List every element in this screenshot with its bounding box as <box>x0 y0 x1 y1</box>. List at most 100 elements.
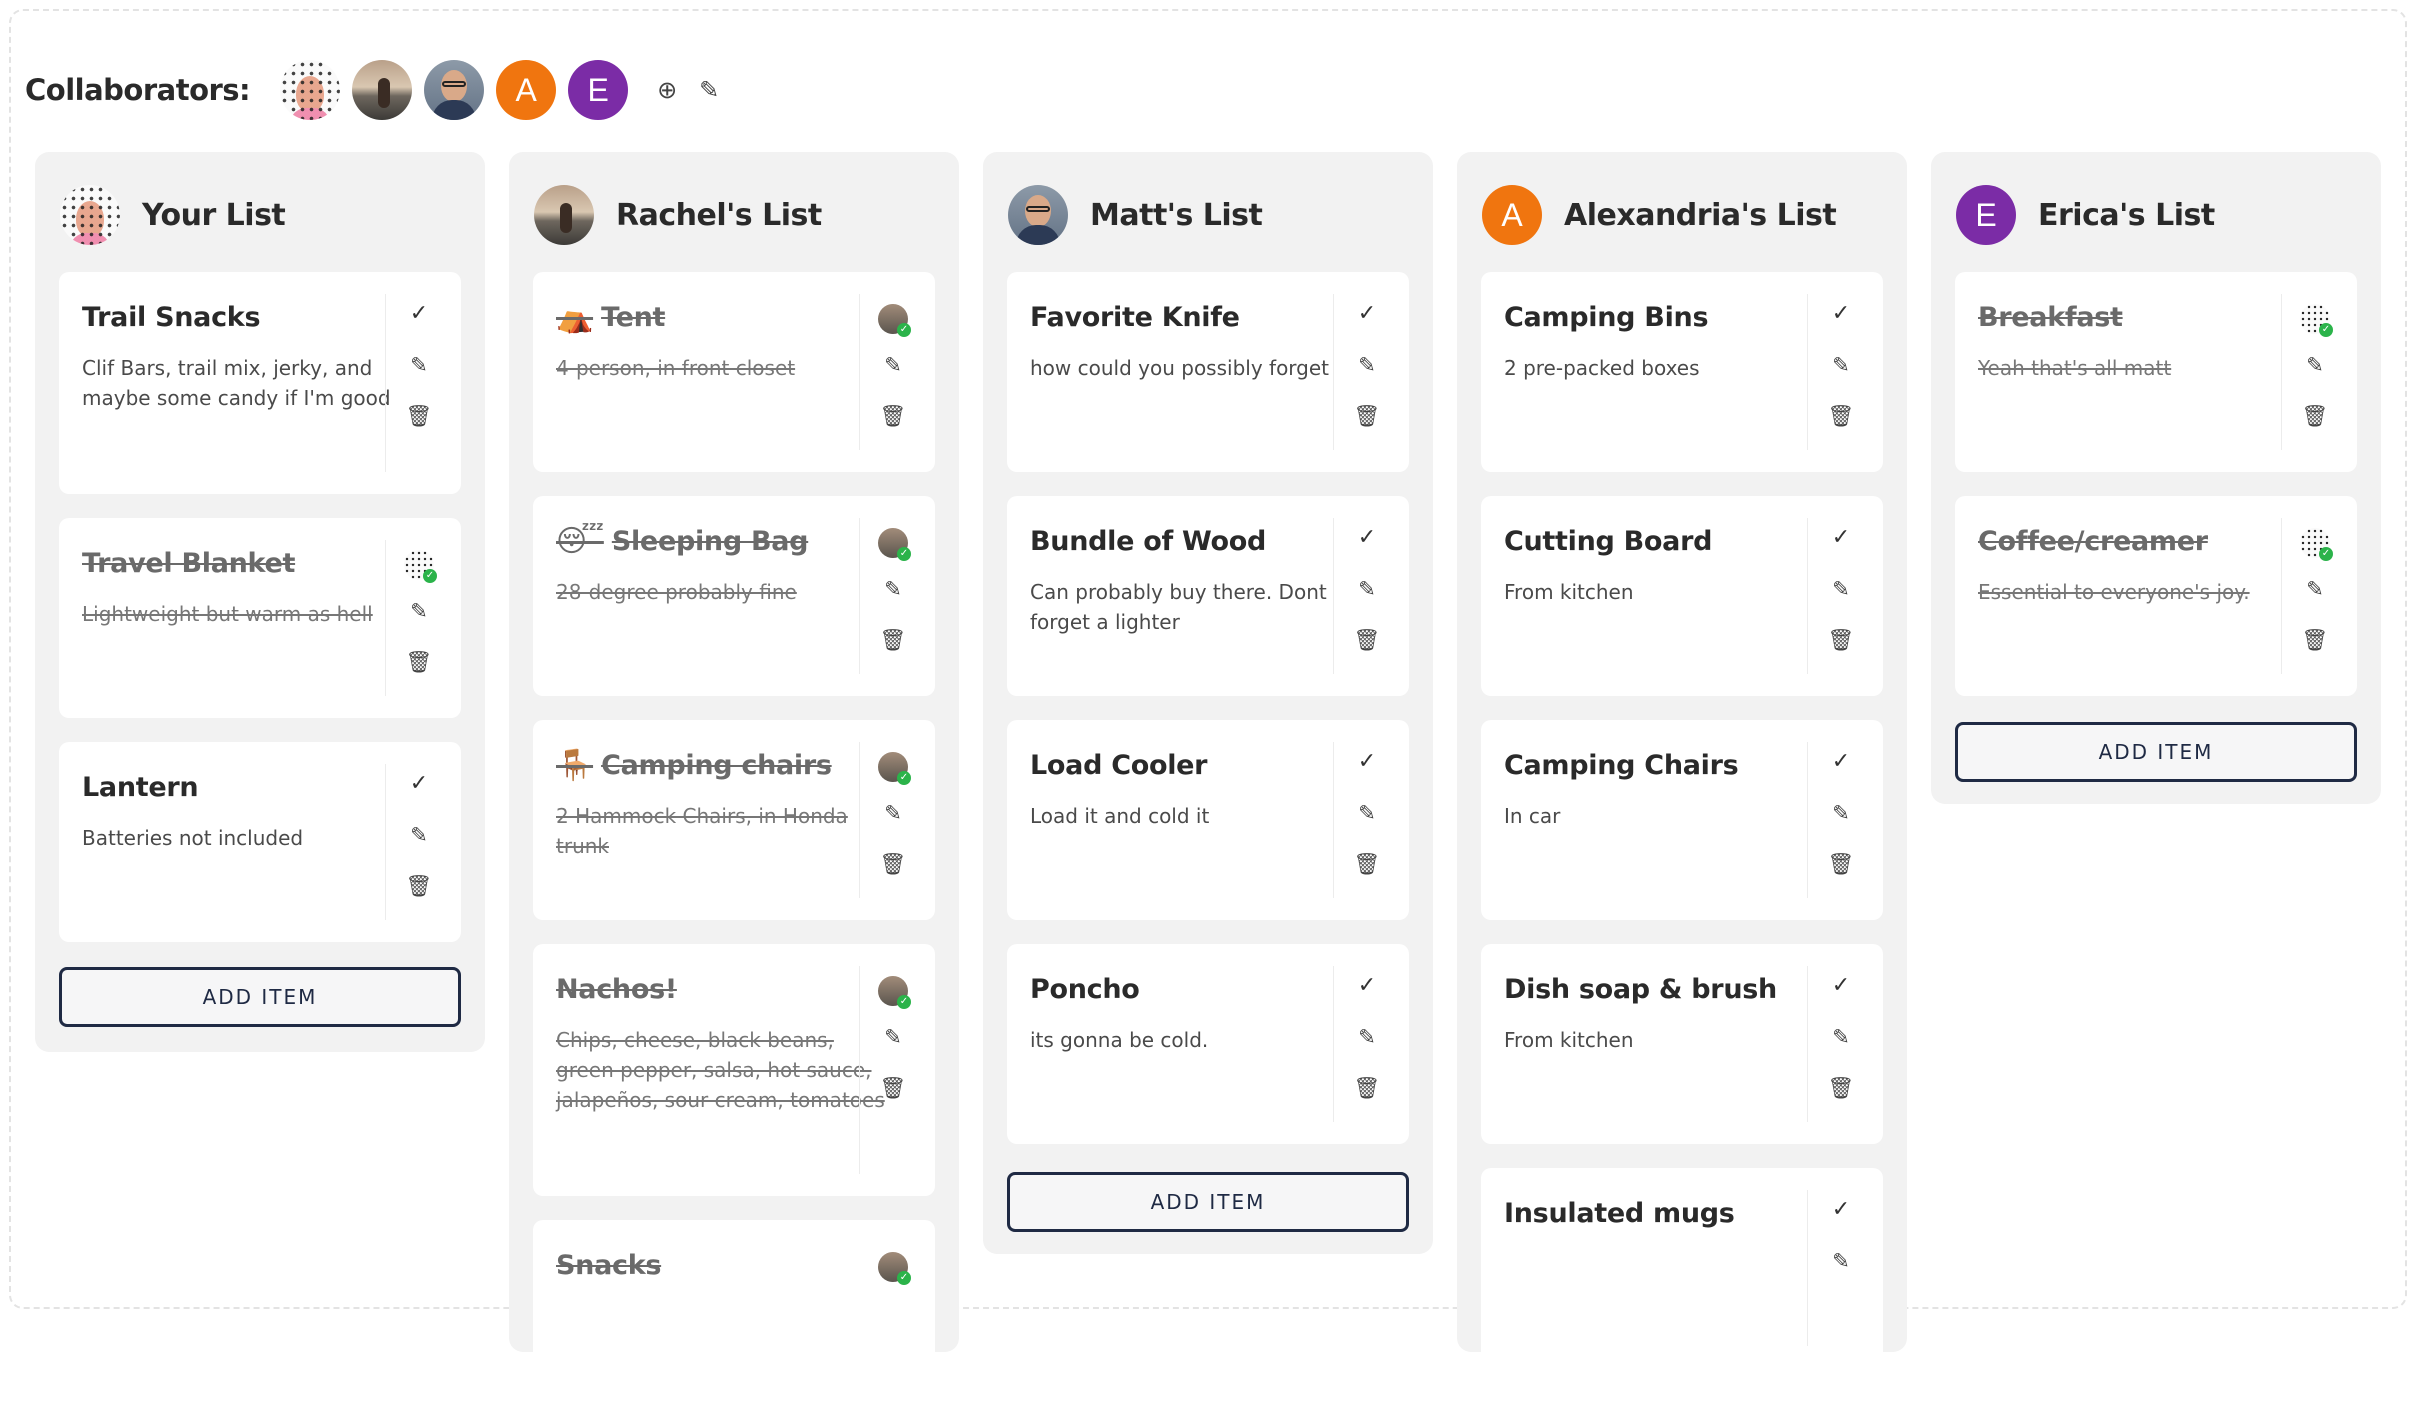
list-column-rachel: Rachel's List ⛺ Tent 4-person, in front cl… <box>509 152 959 1420</box>
check-icon[interactable]: ✓ <box>1358 527 1376 579</box>
check-icon[interactable]: ✓ <box>1358 751 1376 803</box>
list-item[interactable]: Insulated mugs ✓ ✎ <box>1481 1168 1883 1368</box>
trash-icon[interactable]: 🗑 <box>406 876 433 927</box>
list-item[interactable]: Bundle of Wood Can probably buy there. Do… <box>1007 496 1409 696</box>
item-desc: Load it and cold it <box>1030 804 1210 828</box>
check-icon[interactable]: ✓ <box>1832 1199 1850 1251</box>
trash-icon[interactable]: 🗑 <box>1828 630 1855 681</box>
check-icon[interactable]: ✓ <box>1358 975 1376 1027</box>
column-avatar: A <box>1482 185 1542 245</box>
trash-icon[interactable]: 🗑 <box>880 1078 907 1129</box>
trash-icon[interactable]: 🗑 <box>880 406 907 457</box>
completed-by-avatar: ✓ <box>878 752 911 785</box>
list-item[interactable]: Nachos! Chips, cheese, black beans, green… <box>533 944 935 1196</box>
check-icon[interactable]: ✓ <box>410 773 428 825</box>
chair-icon: 🪑 <box>556 747 594 783</box>
pencil-icon[interactable]: ✎ <box>2306 355 2324 406</box>
list-item[interactable]: Favorite Knife how could you possibly for… <box>1007 272 1409 472</box>
list-item[interactable]: Breakfast Yeah that's all matt ✓ ✎ 🗑 <box>1955 272 2357 472</box>
list-item[interactable]: Cutting Board From kitchen ✓ ✎ 🗑 <box>1481 496 1883 696</box>
trash-icon[interactable]: 🗑 <box>2302 630 2329 681</box>
pencil-icon[interactable]: ✎ <box>1358 355 1376 406</box>
item-title: Load Cooler <box>1030 750 1208 781</box>
trash-icon[interactable]: 🗑 <box>880 854 907 905</box>
check-icon[interactable]: ✓ <box>1832 975 1850 1027</box>
list-item[interactable]: Poncho its gonna be cold. ✓ ✎ 🗑 <box>1007 944 1409 1144</box>
pencil-icon[interactable]: ✎ <box>410 601 428 652</box>
item-desc: how could you possibly forget <box>1030 356 1330 380</box>
check-icon[interactable]: ✓ <box>1832 751 1850 803</box>
item-title: Travel Blanket <box>82 548 296 579</box>
list-item[interactable]: Coffee/creamer Essential to everyone's jo… <box>1955 496 2357 696</box>
list-item[interactable]: ⛺ Tent 4-person, in front closet ✓ ✎ 🗑 <box>533 272 935 472</box>
completed-by-avatar: ✓ <box>878 976 911 1009</box>
column-title: Matt's List <box>1090 197 1263 233</box>
trash-icon[interactable]: 🗑 <box>1828 854 1855 905</box>
trash-icon[interactable]: 🗑 <box>1354 406 1381 457</box>
pencil-icon[interactable]: ✎ <box>1832 355 1850 406</box>
collaborator-avatar-rachel[interactable] <box>352 60 413 120</box>
list-item[interactable]: Dish soap & brush From kitchen ✓ ✎ 🗑 <box>1481 944 1883 1144</box>
pencil-icon[interactable]: ✎ <box>410 355 428 406</box>
trash-icon[interactable]: 🗑 <box>880 630 907 681</box>
item-desc: Yeah that's all matt <box>1978 356 2172 380</box>
collaborator-avatar-erica[interactable]: E <box>568 60 629 120</box>
check-icon[interactable]: ✓ <box>410 303 428 355</box>
list-item[interactable]: Camping Chairs In car ✓ ✎ 🗑 <box>1481 720 1883 920</box>
item-desc: 28-degree probably fine <box>556 580 797 604</box>
trash-icon[interactable]: 🗑 <box>2302 406 2329 457</box>
list-item[interactable]: Camping Bins 2 pre-packed boxes ✓ ✎ 🗑 <box>1481 272 1883 472</box>
pencil-icon[interactable]: ✎ <box>2306 579 2324 630</box>
list-item[interactable]: Load Cooler Load it and cold it ✓ ✎ 🗑 <box>1007 720 1409 920</box>
trash-icon[interactable]: 🗑 <box>406 652 433 703</box>
column-header: Rachel's List <box>509 152 959 278</box>
item-title: Camping chairs <box>601 750 832 781</box>
pencil-icon[interactable]: ✎ <box>1832 1027 1850 1078</box>
trash-icon[interactable]: 🗑 <box>1354 630 1381 681</box>
pencil-icon[interactable]: ✎ <box>694 76 724 104</box>
collaborators-title: Collaborators: <box>25 73 251 107</box>
check-icon[interactable]: ✓ <box>1358 303 1376 355</box>
trash-icon[interactable]: 🗑 <box>1828 406 1855 457</box>
collaborator-avatar-alexandria[interactable]: A <box>496 60 557 120</box>
item-desc: Can probably buy there. Dont forget a li… <box>1030 580 1327 634</box>
check-icon[interactable]: ✓ <box>1832 527 1850 579</box>
trash-icon[interactable]: 🗑 <box>1828 1078 1855 1129</box>
pencil-icon[interactable]: ✎ <box>1832 579 1850 630</box>
pencil-icon[interactable]: ✎ <box>884 355 902 406</box>
add-item-button[interactable]: ADD ITEM <box>1955 722 2357 782</box>
pencil-icon[interactable]: ✎ <box>884 1027 902 1078</box>
item-title: Bundle of Wood <box>1030 526 1267 557</box>
pencil-icon[interactable]: ✎ <box>1358 579 1376 630</box>
list-item[interactable]: Trail Snacks Clif Bars, trail mix, jerky,… <box>59 272 461 494</box>
plus-circle-icon[interactable]: ⊕ <box>652 76 682 104</box>
list-item[interactable]: Snacks ✓ <box>533 1220 935 1420</box>
completed-by-avatar: ✓ <box>2300 304 2333 337</box>
list-item[interactable]: Lantern Batteries not included ✓ ✎ 🗑 <box>59 742 461 942</box>
pencil-icon[interactable]: ✎ <box>1358 1027 1376 1078</box>
pencil-icon[interactable]: ✎ <box>410 825 428 876</box>
add-item-button[interactable]: ADD ITEM <box>59 967 461 1027</box>
item-title: Insulated mugs <box>1504 1198 1735 1229</box>
item-desc: 2 Hammock Chairs, in Honda trunk <box>556 804 848 858</box>
list-item[interactable]: 😴 Sleeping Bag 28-degree probably fine ✓ ✎ 🗑 <box>533 496 935 696</box>
pencil-icon[interactable]: ✎ <box>884 803 902 854</box>
list-item[interactable]: 🪑 Camping chairs 2 Hammock Chairs, in Hond… <box>533 720 935 920</box>
trash-icon[interactable]: 🗑 <box>406 406 433 457</box>
item-desc: From kitchen <box>1504 580 1634 604</box>
pencil-icon[interactable]: ✎ <box>1358 803 1376 854</box>
check-icon[interactable]: ✓ <box>1832 303 1850 355</box>
trash-icon[interactable]: 🗑 <box>1354 854 1381 905</box>
list-item[interactable]: Travel Blanket Lightweight but warm as he… <box>59 518 461 718</box>
item-desc: 2 pre-packed boxes <box>1504 356 1700 380</box>
pencil-icon[interactable]: ✎ <box>1832 1251 1850 1302</box>
column-avatar <box>60 185 120 245</box>
pencil-icon[interactable]: ✎ <box>1832 803 1850 854</box>
pencil-icon[interactable]: ✎ <box>884 579 902 630</box>
column-avatar <box>1008 185 1068 245</box>
trash-icon[interactable]: 🗑 <box>1354 1078 1381 1129</box>
collaborator-avatar-matt[interactable] <box>424 60 485 120</box>
item-title: Poncho <box>1030 974 1140 1005</box>
collaborator-avatar-you[interactable] <box>280 60 341 120</box>
add-item-button[interactable]: ADD ITEM <box>1007 1172 1409 1232</box>
